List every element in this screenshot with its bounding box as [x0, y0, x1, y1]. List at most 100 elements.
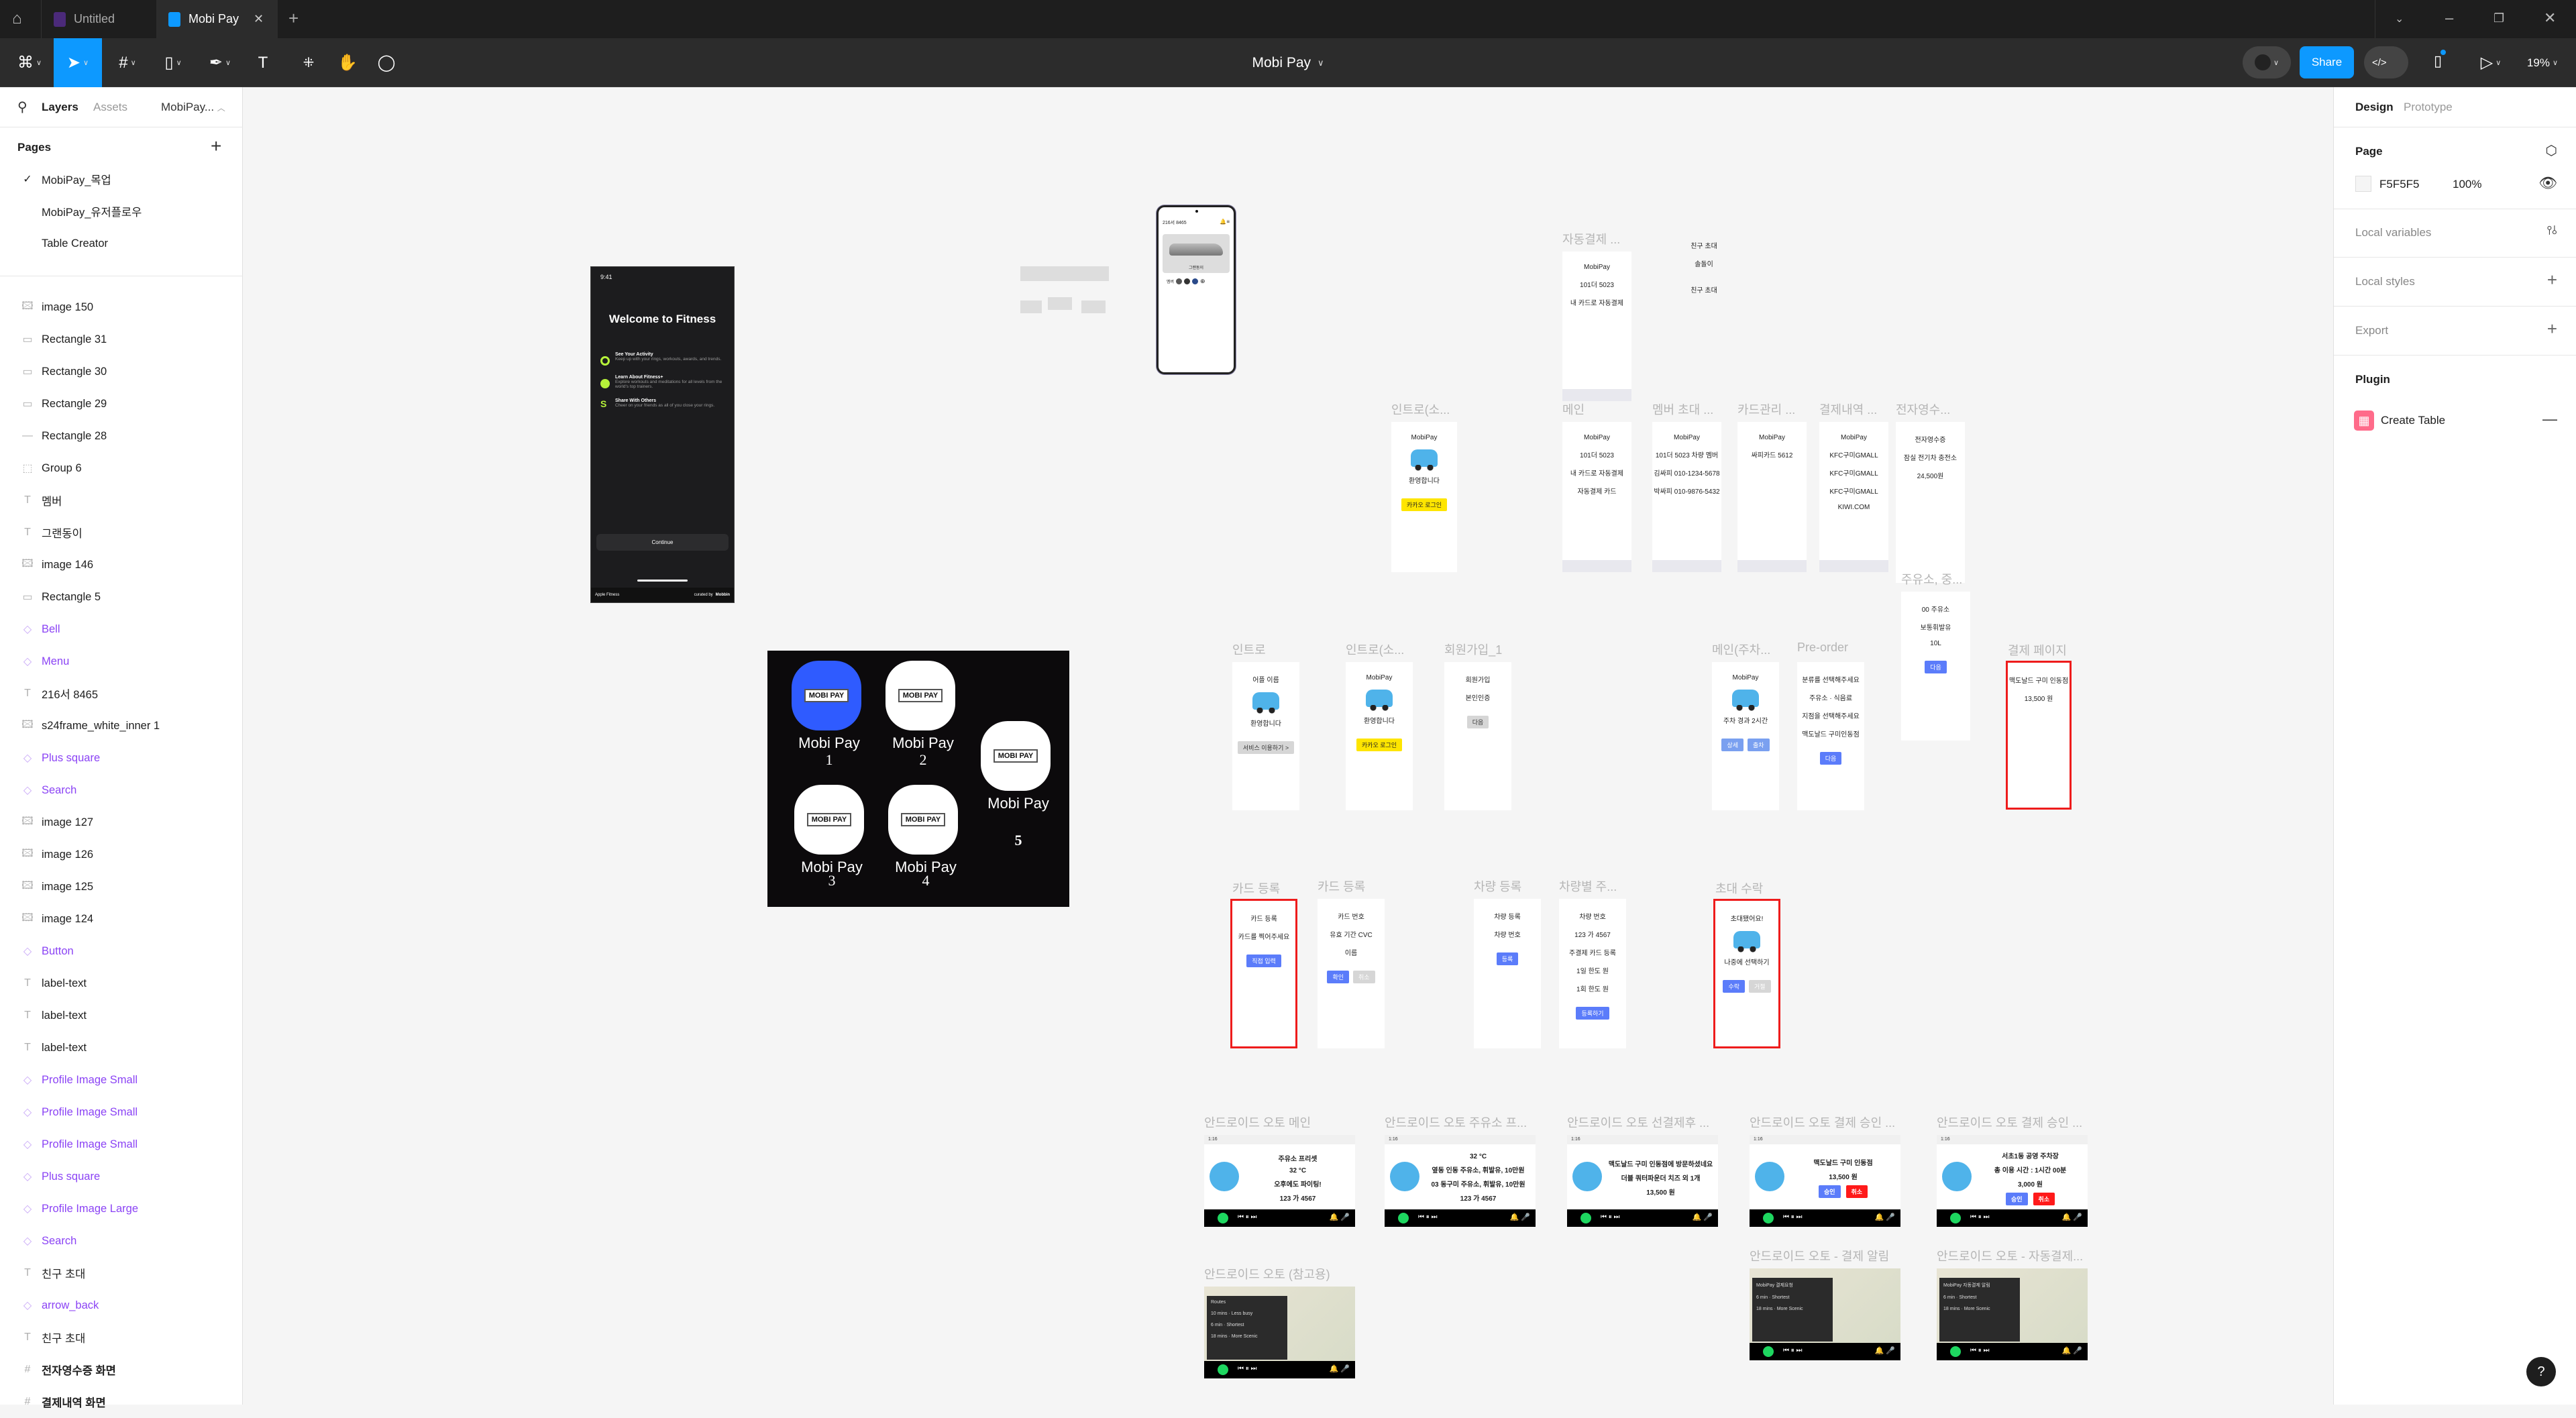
- route-text[interactable]: 6 min · Shortest: [1943, 1295, 2016, 1300]
- layer-item[interactable]: ◇ Plus square: [0, 742, 243, 774]
- screen-frame[interactable]: 주유소, 중... 00 주유소 보통휘발유 10L 다음: [1901, 573, 1970, 741]
- media-controls-icon[interactable]: ⏮ ⏸ ⏭: [1418, 1213, 1438, 1221]
- multiplayer-avatar-button[interactable]: ∨: [2243, 46, 2291, 78]
- spotify-icon[interactable]: [1580, 1213, 1591, 1223]
- android-auto-nav-bar[interactable]: ⏮ ⏸ ⏭ 🔔 🎤: [1204, 1361, 1355, 1378]
- app-icon-option[interactable]: MOBI PAY: [792, 661, 861, 730]
- route-text[interactable]: MobiPay 자동결제 알림: [1943, 1282, 2016, 1289]
- screen-frame[interactable]: 안드로이드 오토 - 결제 알림 MobiPay 결제요청 6 min · Shor…: [1750, 1250, 1900, 1360]
- layer-item[interactable]: 🖾 s24frame_white_inner 1: [0, 710, 243, 742]
- media-controls-icon[interactable]: ⏮ ⏸ ⏭: [1783, 1347, 1803, 1354]
- rectangle-28[interactable]: [1081, 301, 1106, 313]
- resources-button[interactable]: ⁜: [295, 38, 322, 87]
- pen-tool-button[interactable]: ✒ ∨: [200, 38, 240, 87]
- move-tool-button[interactable]: ➤ ∨: [54, 38, 102, 87]
- screen-frame[interactable]: 결제내역 ... MobiPay KFC구미GMALL KFC구미GMALL KFC구미…: [1819, 403, 1888, 572]
- spotify-icon[interactable]: [1218, 1364, 1228, 1375]
- screen-frame[interactable]: 안드로이드 오토 결제 승인 ... 1:16 서초1동 공영 주차장 총 이용 시간…: [1937, 1116, 2088, 1227]
- screen-frame[interactable]: 차량 등록 차량 등록 차량 번호 등록: [1474, 880, 1541, 1048]
- layer-item[interactable]: ▭ Rectangle 29: [0, 388, 243, 420]
- frame-label[interactable]: 카드 등록: [1318, 877, 1365, 895]
- screen-frame[interactable]: 멤버 초대 ... MobiPay 101더 5023 차량 멤버 김싸피 010-1…: [1652, 403, 1721, 572]
- main-menu-button[interactable]: ⌘ ∨: [9, 38, 50, 87]
- bottom-tab-bar[interactable]: [1562, 389, 1631, 401]
- tab-untitled[interactable]: Untitled: [41, 0, 156, 38]
- screen-frame[interactable]: 인트로(소... MobiPay 환영합니다 카카오 로그인: [1391, 403, 1457, 572]
- layer-item[interactable]: ▭ Rectangle 31: [0, 323, 243, 356]
- bell-mic-icons[interactable]: 🔔 🎤: [1693, 1213, 1713, 1221]
- layer-item[interactable]: # 결제내역 화면: [0, 1386, 243, 1418]
- auto-action-button[interactable]: 취소: [2033, 1192, 2055, 1205]
- android-auto-nav-bar[interactable]: ⏮ ⏸ ⏭ 🔔 🎤: [1750, 1209, 1900, 1227]
- frame-label[interactable]: 안드로이드 오토 결제 승인 ...: [1750, 1113, 1895, 1131]
- screen-frame[interactable]: 안드로이드 오토 선결제후 ... 1:16 맥도날드 구미 인동점에 방문하셨네요…: [1567, 1116, 1718, 1227]
- screen-frame[interactable]: 안드로이드 오토 메인 1:16 주유소 프리셋 32 °C 오후에도 파이팅! 123 …: [1204, 1116, 1355, 1227]
- tab-mobi-pay[interactable]: Mobi Pay ✕: [156, 0, 278, 38]
- add-style-button[interactable]: +: [2547, 270, 2557, 290]
- frame-label[interactable]: 안드로이드 오토 - 자동결제...: [1937, 1247, 2083, 1264]
- frame-button[interactable]: 상세: [1721, 739, 1743, 751]
- media-controls-icon[interactable]: ⏮ ⏸ ⏭: [1970, 1213, 1990, 1221]
- frame-label[interactable]: 안드로이드 오토 - 결제 알림: [1750, 1247, 1889, 1264]
- eye-icon[interactable]: 👁: [2538, 174, 2557, 192]
- app-icon-option[interactable]: MOBI PAY: [794, 785, 864, 855]
- phone-mockup[interactable]: 216서 8465 🔔≡ 그랜동이 멤버 ⊕: [1157, 205, 1236, 374]
- plugin-create-table[interactable]: Create Table: [2381, 414, 2445, 427]
- layer-item[interactable]: — Rectangle 28: [0, 420, 243, 452]
- screen-frame[interactable]: 결제 페이지 맥도날드 구미 인동점 13,500 원: [2006, 644, 2072, 810]
- layer-item[interactable]: ◇ Profile Image Small: [0, 1064, 243, 1096]
- bottom-tab-bar[interactable]: [1652, 560, 1721, 572]
- android-auto-nav-bar[interactable]: ⏮ ⏸ ⏭ 🔔 🎤: [1204, 1209, 1355, 1227]
- close-window-button[interactable]: ✕: [2544, 9, 2556, 27]
- chevron-down-icon[interactable]: ⌄: [2395, 12, 2404, 25]
- screen-frame[interactable]: 초대 수락 초대됐어요! 나중에 선택하기 수락 거절: [1713, 882, 1780, 1048]
- help-button[interactable]: ?: [2526, 1357, 2556, 1386]
- frame-label[interactable]: 안드로이드 오토 (참고용): [1204, 1265, 1330, 1283]
- auto-action-button[interactable]: 취소: [1845, 1185, 1868, 1198]
- fitness-welcome-frame[interactable]: 9:41 Welcome to Fitness See Your Activit…: [590, 266, 735, 603]
- rectangle-30[interactable]: [1020, 301, 1042, 313]
- media-controls-icon[interactable]: ⏮ ⏸ ⏭: [1970, 1347, 1990, 1354]
- route-text[interactable]: 6 min · Shortest: [1211, 1323, 1283, 1327]
- frame-button[interactable]: 다음: [1819, 752, 1842, 765]
- tab-prototype[interactable]: Prototype: [2404, 101, 2453, 114]
- route-text[interactable]: MobiPay 결제요청: [1756, 1282, 1829, 1289]
- screen-frame[interactable]: 메인 MobiPay 101더 5023 내 카드로 자동결제 자동결제 카드: [1562, 403, 1631, 572]
- frame-button[interactable]: 확인: [1327, 971, 1349, 983]
- bell-mic-icons[interactable]: 🔔 🎤: [1875, 1346, 1895, 1355]
- maximize-button[interactable]: ❐: [2493, 11, 2504, 25]
- screen-frame[interactable]: 카드 등록 카드 등록 카드를 찍어주세요 직접 입력: [1230, 882, 1297, 1048]
- library-icon[interactable]: ▯: [2434, 50, 2447, 70]
- spotify-icon[interactable]: [1398, 1213, 1409, 1223]
- hexagon-settings-icon[interactable]: ⬡: [2546, 142, 2557, 159]
- frame-label[interactable]: 인트로(소...: [1391, 400, 1450, 418]
- layer-item[interactable]: ◇ Profile Image Small: [0, 1096, 243, 1128]
- shape-tool-button[interactable]: ▯ ∨: [153, 38, 193, 87]
- layer-item[interactable]: 🖾 image 127: [0, 806, 243, 838]
- screen-frame[interactable]: Pre-order 분류를 선택해주세요 주유소 · 식음료 지점을 선택해주세요 맥도…: [1797, 641, 1864, 810]
- layer-item[interactable]: ▭ Rectangle 30: [0, 356, 243, 388]
- layer-item[interactable]: ◇ Search: [0, 1225, 243, 1257]
- layer-item[interactable]: Tlabel-text: [0, 1032, 243, 1064]
- android-auto-nav-bar[interactable]: ⏮ ⏸ ⏭ 🔔 🎤: [1937, 1209, 2088, 1227]
- comment-tool-button[interactable]: ◯: [373, 38, 400, 87]
- frame-label[interactable]: 안드로이드 오토 결제 승인 ...: [1937, 1113, 2082, 1131]
- route-text[interactable]: 18 mins · More Scenic: [1756, 1307, 1829, 1311]
- screen-frame[interactable]: 자동결제 ... MobiPay 101더 5023 내 카드로 자동결제: [1562, 233, 1631, 401]
- screen-frame[interactable]: 안드로이드 오토 결제 승인 ... 1:16 맥도날드 구미 인동점 13,500 …: [1750, 1116, 1900, 1227]
- tab-design[interactable]: Design: [2355, 101, 2394, 114]
- bottom-tab-bar[interactable]: [1562, 560, 1631, 572]
- screen-frame[interactable]: 카드관리 ... MobiPay 싸피카드 5612: [1737, 403, 1807, 572]
- android-auto-nav-bar[interactable]: ⏮ ⏸ ⏭ 🔔 🎤: [1750, 1343, 1900, 1360]
- frame-button[interactable]: 다음: [1925, 661, 1947, 673]
- frame-label[interactable]: 자동결제 ...: [1562, 230, 1620, 248]
- screen-frame[interactable]: 인트로 어플 이름 환영합니다 서비스 이용하기 >: [1232, 643, 1299, 810]
- frame-label[interactable]: 메인(주차...: [1712, 641, 1770, 658]
- file-title-menu[interactable]: Mobi Pay ∨: [1221, 38, 1355, 87]
- layer-item[interactable]: 🖾 image 146: [0, 549, 243, 581]
- app-icon-option[interactable]: MOBI PAY: [888, 785, 958, 855]
- frame-label[interactable]: 차량별 주...: [1559, 877, 1617, 895]
- frame-button[interactable]: 카카오 로그인: [1356, 739, 1403, 751]
- present-button[interactable]: ▷ ∨: [2474, 38, 2508, 87]
- spotify-icon[interactable]: [1950, 1213, 1961, 1223]
